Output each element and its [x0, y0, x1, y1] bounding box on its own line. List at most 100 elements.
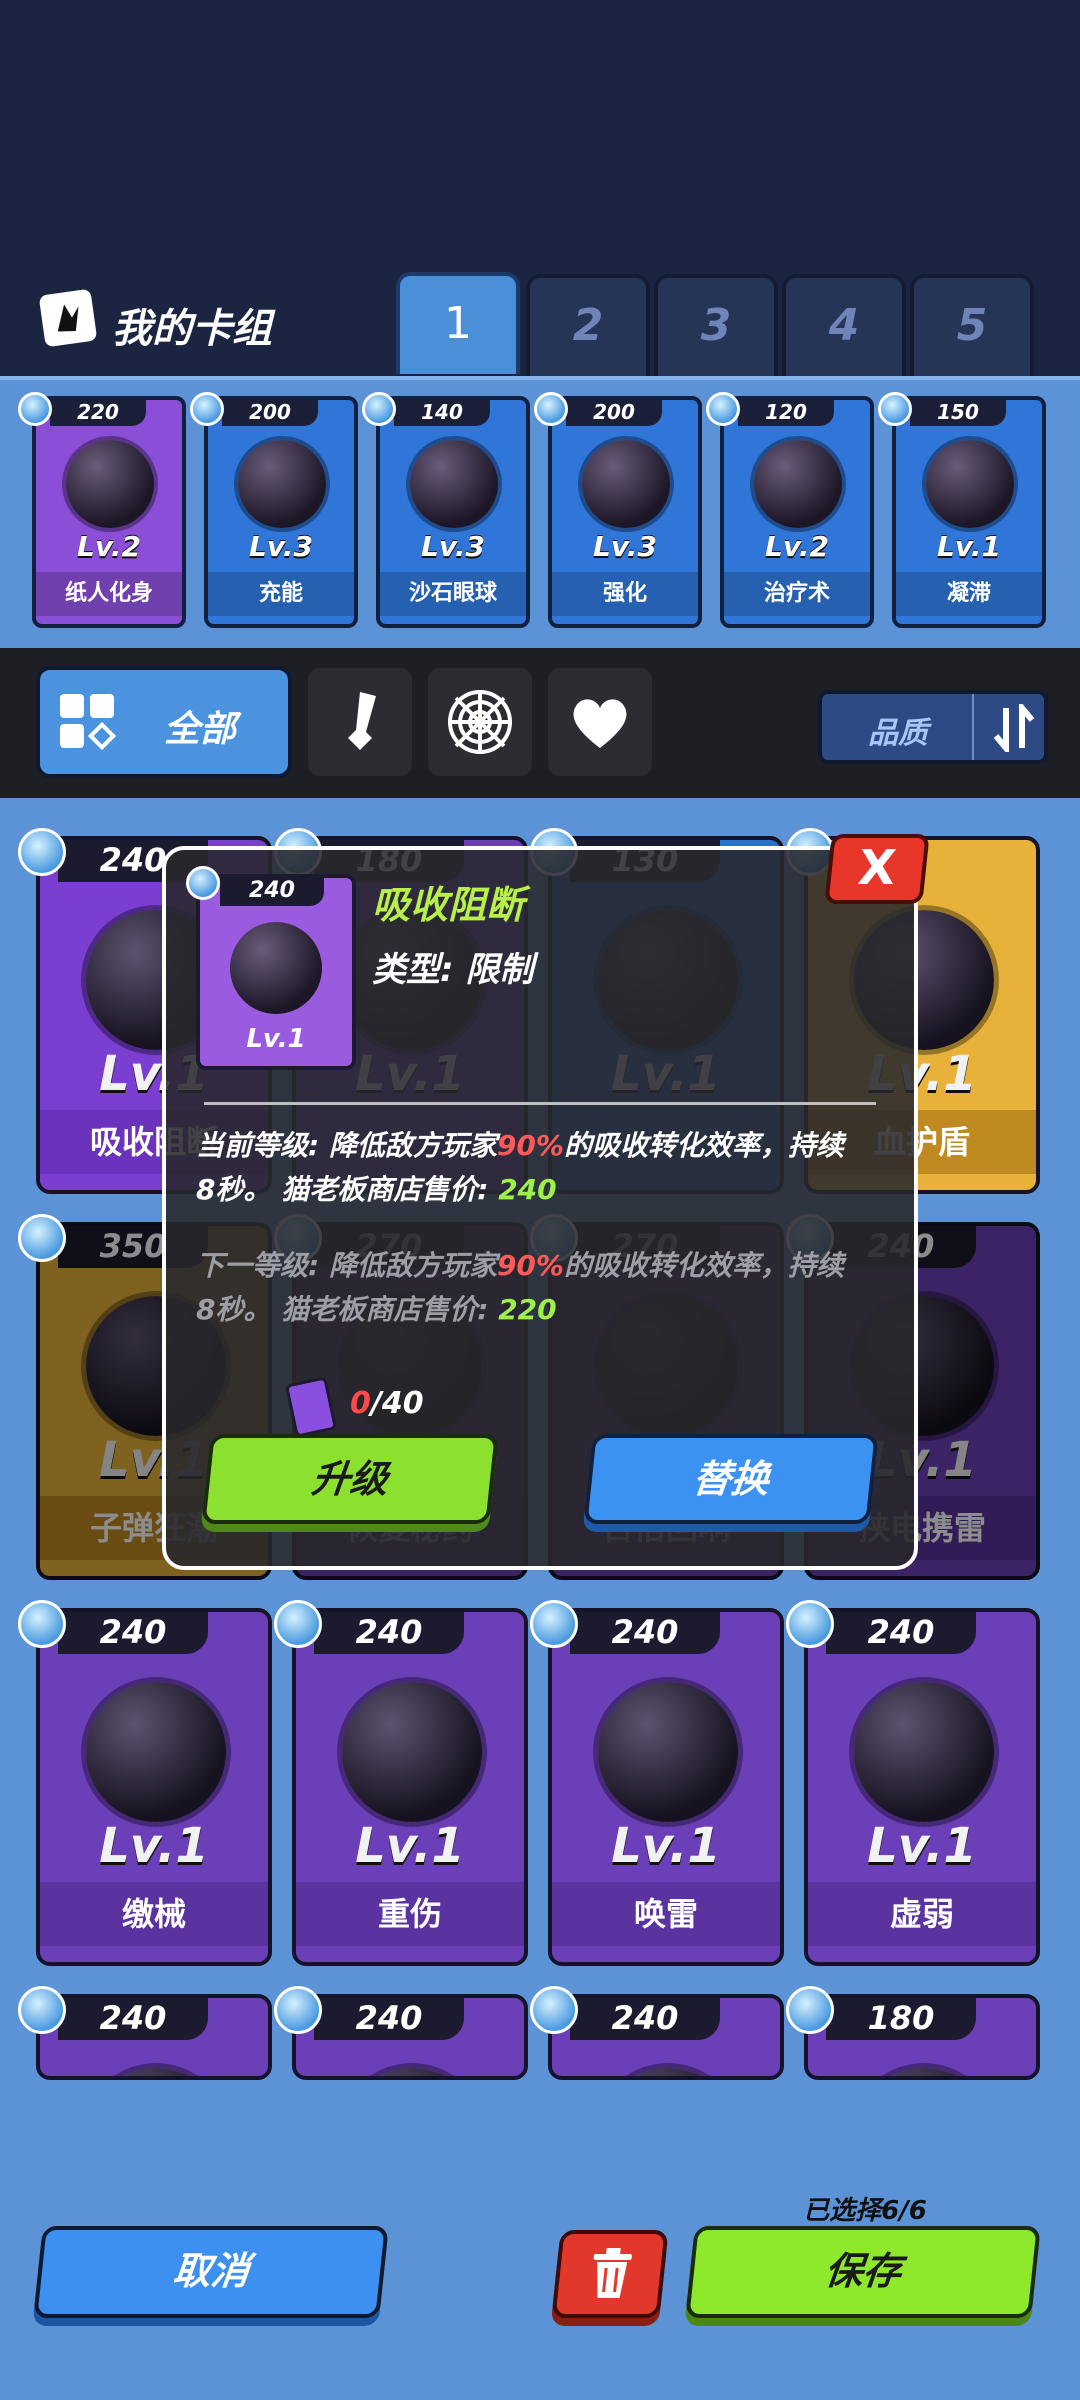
card-skill-icon: [66, 440, 154, 528]
cost-gem-icon: [530, 1986, 578, 2034]
cost-gem-icon: [274, 1600, 322, 1648]
skill-card-cost: 240: [570, 1612, 720, 1654]
deck-card-cost: 200: [222, 400, 318, 426]
next-level-shop-text: 8秒。 猫老板商店售价:: [196, 1293, 499, 1326]
deck-card-name: 充能: [208, 572, 354, 616]
skill-card-name: 唤雷: [552, 1882, 780, 1946]
deck-card-cost: 220: [50, 400, 146, 426]
filter-attack-button[interactable]: [308, 668, 412, 776]
next-level-price: 220: [498, 1293, 557, 1326]
card-skill-icon: [754, 440, 842, 528]
popup-card-preview: 240 Lv.1: [186, 866, 356, 1070]
save-label: 保存: [822, 2249, 904, 2293]
cost-gem-icon: [706, 392, 740, 426]
heart-icon: [570, 694, 630, 754]
selected-count: 已选择6/6: [803, 2196, 927, 2226]
deck-card-level: Lv.3: [593, 530, 657, 563]
upgrade-button[interactable]: 升级: [201, 1434, 499, 1524]
deck-card-6[interactable]: 150 Lv.1 凝滞: [892, 396, 1046, 628]
skill-card-cost: 240: [314, 1612, 464, 1654]
deck-card-4[interactable]: 200 Lv.3 强化: [548, 396, 702, 628]
filter-all-button[interactable]: 全部: [36, 666, 292, 778]
close-popup-button[interactable]: X: [824, 834, 930, 904]
deck-card-5[interactable]: 120 Lv.2 治疗术: [720, 396, 874, 628]
deck-card-name: 沙石眼球: [380, 572, 526, 616]
tab-deck-3[interactable]: 3: [654, 274, 778, 376]
deck-card-name: 治疗术: [724, 572, 870, 616]
deck-card-level: Lv.2: [765, 530, 829, 563]
card-skill-icon: [410, 440, 498, 528]
card-skill-icon: [86, 1682, 226, 1822]
card-skill-icon: [238, 440, 326, 528]
cost-gem-icon: [534, 392, 568, 426]
cost-gem-icon: [786, 1986, 834, 2034]
card-skill-icon: [854, 2068, 994, 2076]
quality-sort-button[interactable]: 品质: [818, 690, 1048, 764]
cost-gem-icon: [274, 1986, 322, 2034]
skill-card-cost: 240: [826, 1612, 976, 1654]
fragment-progress: 0/40: [350, 1386, 424, 1421]
card-skill-icon: [342, 2068, 482, 2076]
current-level-description: 当前等级: 降低敌方玩家90%的吸收转化效率，持续 8秒。 猫老板商店售价: 2…: [196, 1124, 896, 1212]
replace-button[interactable]: 替换: [583, 1434, 879, 1524]
current-level-text: 当前等级: 降低敌方玩家: [196, 1129, 497, 1162]
tab-deck-4[interactable]: 4: [782, 274, 906, 376]
tab-deck-5[interactable]: 5: [910, 274, 1034, 376]
skill-card-cost: 240: [570, 1998, 720, 2040]
card-skill-icon: [598, 1682, 738, 1822]
skill-card[interactable]: 240: [548, 1994, 784, 2080]
current-level-price: 240: [498, 1173, 557, 1206]
cost-gem-icon: [18, 1600, 66, 1648]
skill-card[interactable]: 180: [804, 1994, 1040, 2080]
next-level-text: 下一等级: 降低敌方玩家: [196, 1249, 497, 1282]
trash-button[interactable]: [551, 2230, 669, 2318]
deck-card-level: Lv.3: [421, 530, 485, 563]
deck-card-level: Lv.3: [249, 530, 313, 563]
next-level-description: 下一等级: 降低敌方玩家90%的吸收转化效率，持续 8秒。 猫老板商店售价: 2…: [196, 1244, 896, 1332]
cancel-button[interactable]: 取消: [33, 2226, 389, 2318]
popup-card-type: 类型: 限制: [372, 950, 534, 990]
popup-divider: [204, 1102, 876, 1105]
skill-card-level: Lv.1: [355, 1818, 465, 1874]
popup-title: 吸收阻断: [372, 883, 525, 927]
skill-card[interactable]: 240: [36, 1994, 272, 2080]
popup-card-level: Lv.1: [246, 1024, 306, 1054]
skill-card[interactable]: 240: [292, 1994, 528, 2080]
skill-card-level: Lv.1: [99, 1818, 209, 1874]
deck-card-3[interactable]: 140 Lv.3 沙石眼球: [376, 396, 530, 628]
cost-gem-icon: [786, 1600, 834, 1648]
tab-deck-2[interactable]: 2: [526, 274, 650, 376]
cost-gem-icon: [18, 392, 52, 426]
cost-gem-icon: [362, 392, 396, 426]
trash-icon: [587, 2248, 635, 2304]
save-button[interactable]: 保存: [685, 2226, 1041, 2318]
fragment-need: /40: [370, 1386, 424, 1421]
skill-card-cost: 240: [314, 1998, 464, 2040]
filter-heal-button[interactable]: [548, 668, 652, 776]
skill-card[interactable]: 240 Lv.1 虚弱: [804, 1608, 1040, 1966]
skill-card[interactable]: 240 Lv.1 唤雷: [548, 1608, 784, 1966]
tab-deck-1[interactable]: 1: [396, 272, 520, 374]
absorb-block-icon: [230, 922, 322, 1014]
divider: [972, 694, 974, 760]
deck-card-cost: 200: [566, 400, 662, 426]
deck-card-1[interactable]: 220 Lv.2 纸人化身: [32, 396, 186, 628]
cost-gem-icon: [190, 392, 224, 426]
cost-gem-icon: [530, 1600, 578, 1648]
skill-card-level: Lv.1: [867, 1818, 977, 1874]
cost-gem-icon: [878, 392, 912, 426]
card-skill-icon: [598, 2068, 738, 2076]
skill-card[interactable]: 240 Lv.1 缴械: [36, 1608, 272, 1966]
cost-gem-icon: [18, 1214, 66, 1262]
deck-card-name: 强化: [552, 572, 698, 616]
deck-card-name: 凝滞: [896, 572, 1042, 616]
skill-card[interactable]: 240 Lv.1 重伤: [292, 1608, 528, 1966]
filter-control-button[interactable]: [428, 668, 532, 776]
current-level-percent: 90%: [496, 1129, 564, 1162]
skill-card-cost: 240: [58, 1998, 208, 2040]
deck-card-2[interactable]: 200 Lv.3 充能: [204, 396, 358, 628]
card-skill-icon: [926, 440, 1014, 528]
card-skill-icon: [86, 2068, 226, 2076]
cost-gem-icon: [186, 866, 220, 900]
deck-card-cost: 140: [394, 400, 490, 426]
